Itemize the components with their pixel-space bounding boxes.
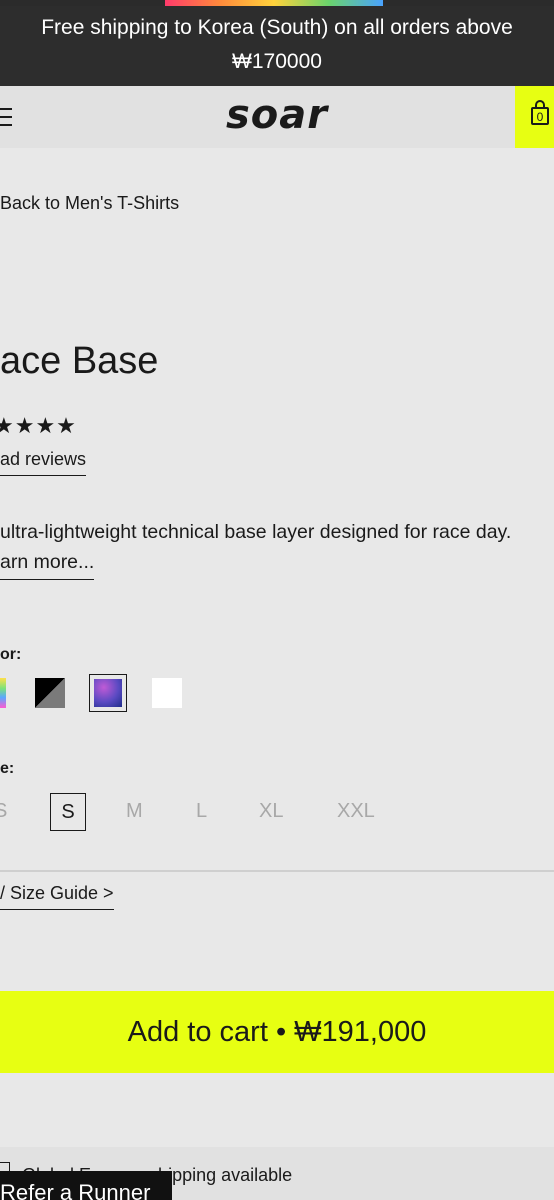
reviews-link[interactable]: ad reviews: [0, 449, 87, 476]
size-label: e:: [0, 760, 15, 777]
refer-a-runner-button[interactable]: Refer a Runner: [0, 1171, 172, 1200]
shipping-banner-text: Free shipping to Korea (South) on all or…: [41, 16, 513, 73]
size-option-s-partial[interactable]: S: [0, 800, 7, 823]
color-swatch-purple-gradient[interactable]: [94, 679, 122, 707]
color-swatch-rainbow[interactable]: [0, 678, 6, 708]
logo[interactable]: soar: [0, 92, 554, 138]
cart-count: 0: [536, 110, 544, 124]
site-header: soar 0: [0, 86, 554, 148]
color-swatch-black-grey[interactable]: [35, 678, 65, 708]
banner-gradient-decoration: [165, 0, 383, 6]
size-option-s-selected[interactable]: S: [50, 793, 86, 831]
size-option-xxl[interactable]: XXL: [337, 800, 375, 823]
size-option-m[interactable]: M: [126, 800, 143, 823]
product-title: ace Base: [0, 340, 159, 382]
banner-top-strip: [0, 0, 554, 6]
cart-button[interactable]: 0: [515, 86, 554, 148]
color-label: or:: [0, 646, 22, 663]
size-option-l[interactable]: L: [196, 800, 207, 823]
back-link[interactable]: Back to Men's T-Shirts: [0, 193, 179, 214]
size-guide-link[interactable]: / Size Guide >: [0, 883, 114, 910]
add-to-cart-button[interactable]: Add to cart • ₩191,000: [0, 991, 554, 1073]
learn-more-link[interactable]: arn more...: [0, 551, 95, 580]
color-swatch-white[interactable]: [152, 678, 182, 708]
rating-stars: ★★★★: [0, 413, 77, 438]
size-option-xl[interactable]: XL: [259, 800, 283, 823]
product-description: ultra-lightweight technical base layer d…: [0, 521, 512, 543]
shipping-banner: Free shipping to Korea (South) on all or…: [0, 0, 554, 86]
section-divider: [0, 870, 554, 872]
